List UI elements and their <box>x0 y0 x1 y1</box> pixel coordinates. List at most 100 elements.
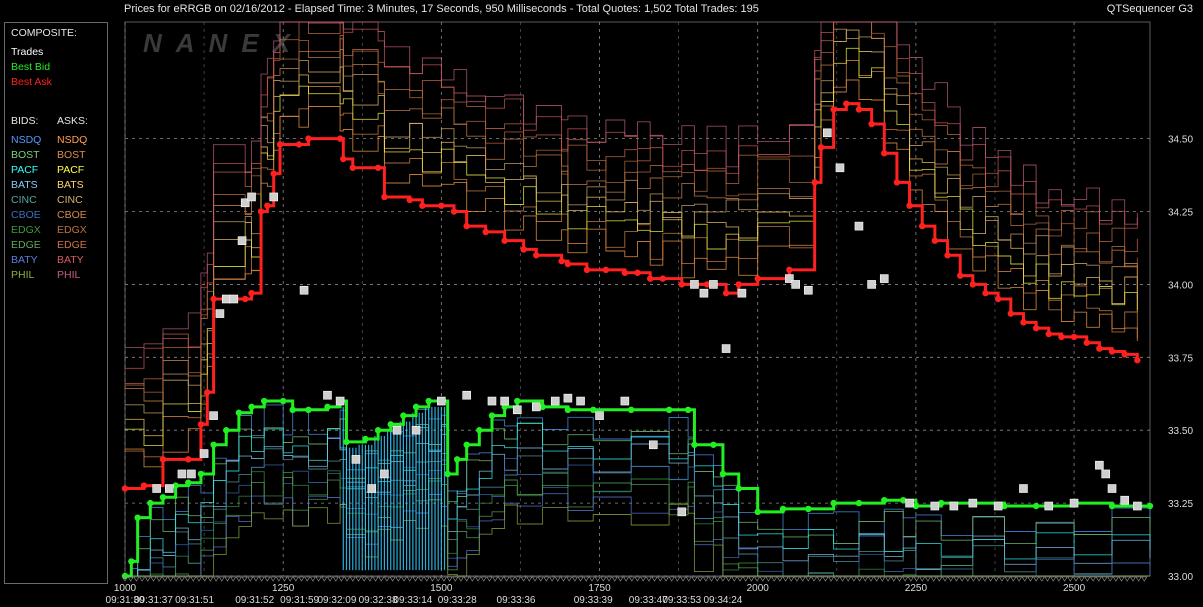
tick-marker <box>429 576 436 582</box>
tick-marker <box>412 576 419 582</box>
tick-marker <box>947 576 954 582</box>
tick-marker <box>480 576 487 582</box>
trade-marker <box>823 128 832 138</box>
y-tick-label: 34.50 <box>1168 135 1193 146</box>
trade-marker <box>854 221 864 231</box>
y-tick-label: 34.25 <box>1168 208 1193 219</box>
tick-marker <box>776 576 783 582</box>
tick-marker <box>1061 576 1068 582</box>
tick-marker <box>230 576 237 582</box>
trade-marker <box>949 501 959 511</box>
tick-marker <box>742 576 749 582</box>
best-bid-point <box>488 412 496 419</box>
best-bid-point <box>453 456 461 463</box>
best-bid-point <box>1108 502 1116 510</box>
best-bid-point <box>805 505 812 513</box>
trade-marker <box>269 192 278 202</box>
trade-marker <box>791 280 800 289</box>
tick-marker <box>241 576 248 582</box>
best-ask-point <box>583 266 591 274</box>
trade-marker <box>187 469 196 479</box>
trade-marker <box>500 396 509 406</box>
tick-marker <box>1135 576 1142 582</box>
tick-marker <box>594 576 601 582</box>
trade-marker <box>229 294 239 304</box>
best-ask-point <box>646 275 654 282</box>
tick-marker <box>195 576 203 582</box>
best-ask-point <box>994 295 1002 303</box>
tick-marker <box>964 576 971 582</box>
trade-marker <box>367 484 377 493</box>
tick-marker <box>497 576 504 582</box>
trade-marker <box>152 484 161 493</box>
tick-marker <box>531 576 539 582</box>
best-ask-point <box>621 269 629 276</box>
tick-marker <box>463 576 470 582</box>
tick-marker <box>685 576 692 582</box>
tick-marker <box>383 576 390 582</box>
y-tick-label: 33.25 <box>1168 499 1193 510</box>
best-ask-point <box>248 289 255 297</box>
time-label: 09:32:38 <box>359 595 398 606</box>
y-tick-label: 33.00 <box>1168 572 1193 583</box>
tick-marker <box>680 576 687 582</box>
best-bid-point <box>684 406 692 413</box>
trade-marker <box>323 390 332 400</box>
tick-marker <box>936 576 943 582</box>
tick-marker <box>1072 576 1080 582</box>
tick-marker <box>304 576 311 582</box>
tick-marker <box>617 576 624 582</box>
tick-marker <box>435 576 442 582</box>
trade-marker <box>1095 460 1104 470</box>
tick-marker <box>1055 576 1062 582</box>
tick-marker <box>1010 576 1017 582</box>
tick-marker <box>1141 576 1148 582</box>
tick-marker <box>1050 576 1057 582</box>
tick-marker <box>1033 576 1040 582</box>
trade-marker <box>721 344 731 353</box>
best-ask-point <box>843 100 850 107</box>
tick-marker <box>389 576 396 582</box>
trade-marker <box>199 449 209 458</box>
tick-marker <box>987 576 994 582</box>
trade-marker <box>512 405 522 415</box>
tick-marker <box>697 576 704 582</box>
x-tick-label: 2500 <box>1063 583 1086 594</box>
time-label: 09:31:59 <box>280 595 319 606</box>
best-bid-point <box>855 499 863 507</box>
trade-marker <box>550 396 560 406</box>
tick-marker <box>924 576 931 582</box>
tick-marker <box>856 576 863 582</box>
x-tick-label: 2000 <box>747 583 770 594</box>
best-bid-point <box>412 403 420 411</box>
best-bid-point <box>710 441 717 448</box>
tick-marker <box>623 576 630 582</box>
trade-marker <box>595 411 604 420</box>
time-label: 09:33:14 <box>393 595 432 606</box>
tick-marker <box>264 576 271 582</box>
tick-marker <box>719 576 726 582</box>
bid-feed-edgx <box>125 463 1150 577</box>
best-ask-point <box>786 266 793 274</box>
trade-marker <box>1101 469 1111 479</box>
tick-marker <box>913 576 920 582</box>
best-bid-point <box>197 470 205 478</box>
best-bid-point <box>134 514 141 521</box>
trade-marker <box>1133 501 1142 511</box>
best-ask-point <box>520 246 527 253</box>
trade-marker <box>221 294 231 304</box>
tick-marker <box>275 576 282 582</box>
best-bid-point <box>719 470 727 478</box>
best-ask-point <box>1070 333 1078 341</box>
best-bid-point <box>128 558 135 565</box>
best-ask-point <box>602 266 610 274</box>
tick-marker <box>469 576 476 582</box>
trade-marker <box>563 393 573 403</box>
trade-marker <box>437 396 446 406</box>
time-label: 09:33:39 <box>574 595 613 606</box>
trade-marker <box>835 163 845 173</box>
tick-marker <box>1021 576 1028 582</box>
tick-marker <box>127 576 134 582</box>
tick-marker <box>247 576 254 582</box>
trade-marker <box>411 425 421 435</box>
